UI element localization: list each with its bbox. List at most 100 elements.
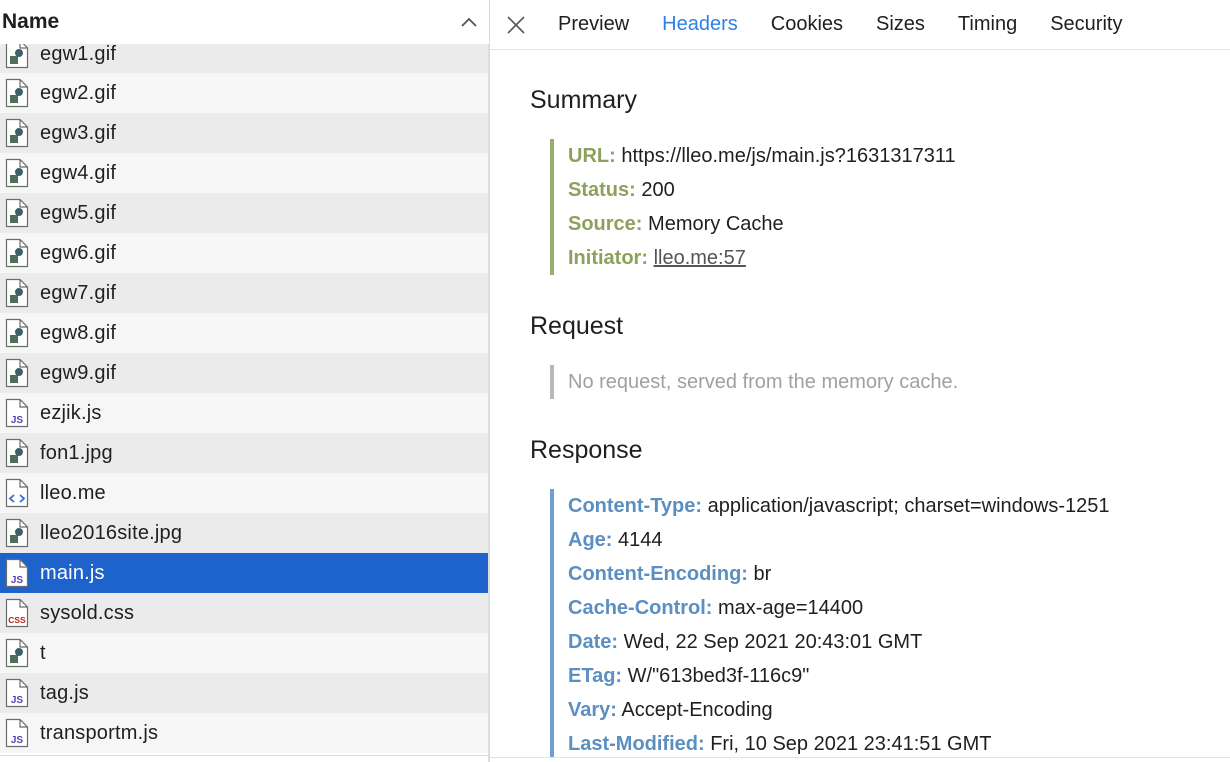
tab-cookies[interactable]: Cookies bbox=[771, 13, 843, 36]
response-header-row: Content-Encoding: br bbox=[568, 557, 1110, 591]
file-name: transportm.js bbox=[40, 721, 159, 744]
image-file-icon bbox=[5, 278, 29, 308]
response-header-key: ETag: bbox=[568, 665, 623, 687]
file-name: egw1.gif bbox=[40, 42, 117, 65]
file-row[interactable]: JS tag.js bbox=[0, 673, 489, 713]
response-block: Content-Type: application/javascript; ch… bbox=[550, 489, 1110, 761]
status-value: 200 bbox=[641, 179, 675, 201]
response-header-value: max-age=14400 bbox=[718, 597, 864, 619]
summary-url: URL: https://lleo.me/js/main.js?16313173… bbox=[568, 139, 956, 173]
html-document-icon bbox=[5, 478, 29, 508]
url-value: https://lleo.me/js/main.js?1631317311 bbox=[621, 145, 956, 167]
summary-block: URL: https://lleo.me/js/main.js?16313173… bbox=[550, 139, 956, 275]
file-list-pane: egw1.gif egw2.gif egw3.gif egw4.gif egw5.gif… bbox=[0, 0, 489, 762]
response-header-row: ETag: W/"613bed3f-116c9" bbox=[568, 659, 1110, 693]
image-file-icon bbox=[5, 158, 29, 188]
icon-label: JS bbox=[11, 735, 24, 746]
details-footer bbox=[490, 757, 1230, 762]
file-row[interactable]: egw6.gif bbox=[0, 233, 489, 273]
file-row[interactable]: fon1.jpg bbox=[0, 433, 489, 473]
name-column-header[interactable]: Name bbox=[0, 0, 489, 44]
tab-timing[interactable]: Timing bbox=[958, 13, 1017, 36]
file-name: fon1.jpg bbox=[40, 441, 113, 464]
file-name: egw6.gif bbox=[40, 241, 117, 264]
details-pane: Preview Headers Cookies Sizes Timing Sec… bbox=[490, 0, 1230, 762]
summary-source: Source: Memory Cache bbox=[568, 207, 956, 241]
file-row-selected[interactable]: JS main.js bbox=[0, 553, 489, 593]
summary-initiator: Initiator: lleo.me:57 bbox=[568, 241, 956, 275]
file-row[interactable]: JS ezjik.js bbox=[0, 393, 489, 433]
details-tabbar: Preview Headers Cookies Sizes Timing Sec… bbox=[490, 0, 1230, 50]
response-header-key: Cache-Control: bbox=[568, 597, 713, 619]
file-row[interactable]: egw4.gif bbox=[0, 153, 489, 193]
close-icon[interactable] bbox=[490, 5, 542, 45]
response-header-row: Age: 4144 bbox=[568, 523, 1110, 557]
response-header-key: Vary: bbox=[568, 699, 617, 721]
file-name: tag.js bbox=[40, 681, 90, 704]
icon-label: JS bbox=[11, 695, 24, 706]
image-file-icon bbox=[5, 78, 29, 108]
name-column-title: Name bbox=[2, 10, 60, 33]
tab-preview[interactable]: Preview bbox=[558, 13, 629, 36]
js-file-icon: JS bbox=[5, 398, 29, 428]
file-row[interactable]: egw9.gif bbox=[0, 353, 489, 393]
file-name: sysold.css bbox=[40, 601, 135, 624]
response-header-key: Content-Encoding: bbox=[568, 563, 748, 585]
js-file-icon: JS bbox=[5, 678, 29, 708]
response-header-row: Last-Modified: Fri, 10 Sep 2021 23:41:51… bbox=[568, 727, 1110, 761]
image-file-icon bbox=[5, 238, 29, 268]
file-name: egw9.gif bbox=[40, 361, 117, 384]
url-label: URL: bbox=[568, 145, 616, 167]
file-name: egw4.gif bbox=[40, 161, 117, 184]
file-name: egw5.gif bbox=[40, 201, 117, 224]
image-file-icon bbox=[5, 118, 29, 148]
file-name: t bbox=[40, 641, 46, 664]
response-header-key: Age: bbox=[568, 529, 613, 551]
response-header-value: Accept-Encoding bbox=[621, 699, 773, 721]
image-file-icon bbox=[5, 638, 29, 668]
tab-sizes[interactable]: Sizes bbox=[876, 13, 925, 36]
initiator-label: Initiator: bbox=[568, 247, 648, 269]
file-row[interactable]: CSS sysold.css bbox=[0, 593, 489, 633]
response-section-title: Response bbox=[530, 436, 643, 464]
tab-headers[interactable]: Headers bbox=[662, 13, 738, 36]
response-header-row: Vary: Accept-Encoding bbox=[568, 693, 1110, 727]
response-header-value: br bbox=[753, 563, 772, 585]
file-list: egw1.gif egw2.gif egw3.gif egw4.gif egw5.gif… bbox=[0, 35, 489, 753]
file-name: egw8.gif bbox=[40, 321, 117, 344]
file-row[interactable]: egw3.gif bbox=[0, 113, 489, 153]
file-name: main.js bbox=[40, 561, 105, 584]
initiator-link[interactable]: lleo.me:57 bbox=[654, 247, 746, 269]
tab-security[interactable]: Security bbox=[1050, 13, 1122, 36]
file-row[interactable]: JS transportm.js bbox=[0, 713, 489, 753]
file-row[interactable]: egw7.gif bbox=[0, 273, 489, 313]
response-header-key: Last-Modified: bbox=[568, 733, 705, 755]
response-header-value: W/"613bed3f-116c9" bbox=[627, 665, 810, 687]
file-row[interactable]: egw5.gif bbox=[0, 193, 489, 233]
file-row[interactable]: egw2.gif bbox=[0, 73, 489, 113]
response-header-value: 4144 bbox=[618, 529, 663, 551]
icon-label: CSS bbox=[8, 615, 26, 625]
file-row[interactable]: lleo.me bbox=[0, 473, 489, 513]
status-label: Status: bbox=[568, 179, 636, 201]
summary-status: Status: 200 bbox=[568, 173, 956, 207]
request-section-title: Request bbox=[530, 312, 624, 340]
file-name: lleo.me bbox=[40, 481, 106, 504]
file-row[interactable]: lleo2016site.jpg bbox=[0, 513, 489, 553]
image-file-icon bbox=[5, 318, 29, 348]
source-label: Source: bbox=[568, 213, 643, 235]
response-header-row: Date: Wed, 22 Sep 2021 20:43:01 GMT bbox=[568, 625, 1110, 659]
file-row[interactable]: t bbox=[0, 633, 489, 673]
icon-label: JS bbox=[11, 575, 24, 586]
image-file-icon bbox=[5, 438, 29, 468]
response-header-row: Content-Type: application/javascript; ch… bbox=[568, 489, 1110, 523]
file-name: egw7.gif bbox=[40, 281, 117, 304]
file-name: ezjik.js bbox=[40, 401, 102, 424]
response-header-value: application/javascript; charset=windows-… bbox=[707, 495, 1110, 517]
file-list-footer bbox=[0, 755, 489, 762]
sort-ascending-chevron-icon[interactable] bbox=[449, 0, 489, 44]
response-header-row: Cache-Control: max-age=14400 bbox=[568, 591, 1110, 625]
file-row[interactable]: egw8.gif bbox=[0, 313, 489, 353]
js-file-icon: JS bbox=[5, 718, 29, 748]
request-block: No request, served from the memory cache… bbox=[550, 365, 958, 399]
